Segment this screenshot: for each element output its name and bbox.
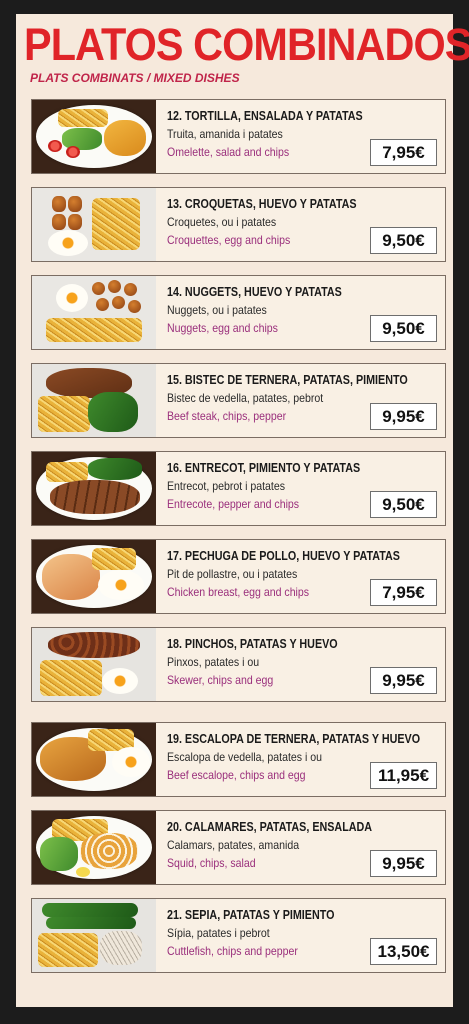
dish-name-english: Croquettes, egg and chips bbox=[167, 233, 291, 247]
dish-name-catalan: Entrecot, pebrot i patates bbox=[167, 479, 286, 493]
dish-name-english: Entrecote, pepper and chips bbox=[167, 497, 300, 511]
entrecote-plate-image bbox=[32, 452, 156, 525]
price-badge: 9,95€ bbox=[370, 667, 437, 694]
cuttlefish-plate-image bbox=[32, 899, 156, 972]
dish-name: 13. CROQUETAS, HUEVO Y PATATAS bbox=[167, 197, 357, 211]
beef-steak-plate-image bbox=[32, 364, 156, 437]
dish-name-english: Cuttlefish, chips and pepper bbox=[167, 944, 298, 958]
price-badge: 7,95€ bbox=[370, 139, 437, 166]
dish-name-english: Chicken breast, egg and chips bbox=[167, 585, 310, 599]
squid-plate-image bbox=[32, 811, 156, 884]
dish-name: 15. BISTEC DE TERNERA, PATATAS, PIMIENTO bbox=[167, 373, 408, 387]
dish-name-catalan: Croquetes, ou i patates bbox=[167, 215, 277, 229]
chicken-breast-plate-image bbox=[32, 540, 156, 613]
price-badge: 9,95€ bbox=[370, 403, 437, 430]
dish-name: 18. PINCHOS, PATATAS Y HUEVO bbox=[167, 637, 338, 651]
dish-name-english: Nuggets, egg and chips bbox=[167, 321, 278, 335]
dish-name: 21. SEPIA, PATATAS Y PIMIENTO bbox=[167, 908, 335, 922]
menu-item[interactable]: 18. PINCHOS, PATATAS Y HUEVO Pinxos, pat… bbox=[31, 627, 446, 702]
dish-name-catalan: Escalopa de vedella, patates i ou bbox=[167, 750, 322, 764]
dish-name-catalan: Truita, amanida i patates bbox=[167, 127, 283, 141]
menu-item[interactable]: 14. NUGGETS, HUEVO Y PATATAS Nuggets, ou… bbox=[31, 275, 446, 350]
dish-name-english: Skewer, chips and egg bbox=[167, 673, 274, 687]
dish-name-catalan: Pinxos, patates i ou bbox=[167, 655, 260, 669]
dish-name-english: Squid, chips, salad bbox=[167, 856, 256, 870]
skewer-plate-image bbox=[32, 628, 156, 701]
page-subtitle: PLATS COMBINATS / MIXED DISHES bbox=[30, 71, 240, 85]
dish-name-catalan: Nuggets, ou i patates bbox=[167, 303, 267, 317]
page-title: PLATOS COMBINADOS bbox=[24, 19, 469, 70]
menu-item[interactable]: 13. CROQUETAS, HUEVO Y PATATAS Croquetes… bbox=[31, 187, 446, 262]
dish-name: 16. ENTRECOT, PIMIENTO Y PATATAS bbox=[167, 461, 361, 475]
menu-item[interactable]: 20. CALAMARES, PATATAS, ENSALADA Calamar… bbox=[31, 810, 446, 885]
dish-name-english: Omelette, salad and chips bbox=[167, 145, 290, 159]
croquettes-plate-image bbox=[32, 188, 156, 261]
dish-name-catalan: Bistec de vedella, patates, pebrot bbox=[167, 391, 324, 405]
menu-item[interactable]: 12. TORTILLA, ENSALADA Y PATATAS Truita,… bbox=[31, 99, 446, 174]
dish-name-catalan: Pit de pollastre, ou i patates bbox=[167, 567, 298, 581]
dish-name: 12. TORTILLA, ENSALADA Y PATATAS bbox=[167, 109, 363, 123]
price-badge: 9,50€ bbox=[370, 491, 437, 518]
price-badge: 7,95€ bbox=[370, 579, 437, 606]
price-badge: 9,50€ bbox=[370, 227, 437, 254]
dish-name-english: Beef escalope, chips and egg bbox=[167, 768, 306, 782]
dish-name: 14. NUGGETS, HUEVO Y PATATAS bbox=[167, 285, 342, 299]
nuggets-plate-image bbox=[32, 276, 156, 349]
omelette-plate-image bbox=[32, 100, 156, 173]
price-badge: 9,95€ bbox=[370, 850, 437, 877]
menu-item[interactable]: 16. ENTRECOT, PIMIENTO Y PATATAS Entreco… bbox=[31, 451, 446, 526]
price-badge: 11,95€ bbox=[370, 762, 437, 789]
dish-name-catalan: Calamars, patates, amanida bbox=[167, 838, 300, 852]
price-badge: 9,50€ bbox=[370, 315, 437, 342]
dish-name: 20. CALAMARES, PATATAS, ENSALADA bbox=[167, 820, 373, 834]
dish-name: 19. ESCALOPA DE TERNERA, PATATAS Y HUEVO bbox=[167, 732, 421, 746]
dish-name-english: Beef steak, chips, pepper bbox=[167, 409, 287, 423]
menu-item[interactable]: 17. PECHUGA DE POLLO, HUEVO Y PATATAS Pi… bbox=[31, 539, 446, 614]
price-badge: 13,50€ bbox=[370, 938, 437, 965]
escalope-plate-image bbox=[32, 723, 156, 796]
menu-item[interactable]: 19. ESCALOPA DE TERNERA, PATATAS Y HUEVO… bbox=[31, 722, 446, 797]
dish-name-catalan: Sípia, patates i pebrot bbox=[167, 926, 270, 940]
menu-item[interactable]: 15. BISTEC DE TERNERA, PATATAS, PIMIENTO… bbox=[31, 363, 446, 438]
menu-panel: PLATOS COMBINADOS PLATS COMBINATS / MIXE… bbox=[16, 14, 469, 1007]
dish-name: 17. PECHUGA DE POLLO, HUEVO Y PATATAS bbox=[167, 549, 400, 563]
menu-item[interactable]: 21. SEPIA, PATATAS Y PIMIENTO Sípia, pat… bbox=[31, 898, 446, 973]
